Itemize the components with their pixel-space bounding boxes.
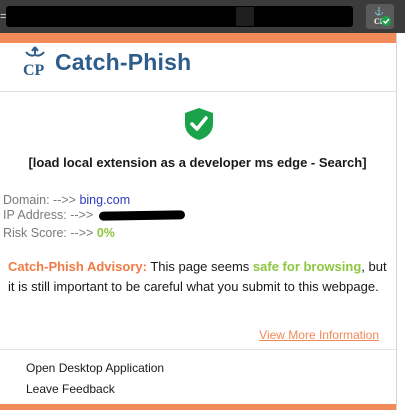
ip-label: IP Address: bbox=[3, 208, 67, 222]
open-desktop-app-item[interactable]: Open Desktop Application bbox=[26, 361, 164, 375]
address-bar-icon[interactable] bbox=[236, 7, 254, 26]
view-more-link[interactable]: View More Information bbox=[259, 328, 379, 342]
app-title: Catch-Phish bbox=[55, 48, 192, 75]
shield-check-icon bbox=[185, 108, 213, 140]
svg-text:CP: CP bbox=[23, 62, 45, 78]
domain-label: Domain: bbox=[3, 193, 50, 207]
bottom-accent-bar bbox=[0, 404, 396, 410]
header-logo: CP Catch-Phish bbox=[22, 45, 191, 79]
advisory-text: Catch-Phish Advisory: This page seems sa… bbox=[8, 257, 393, 297]
svg-text:⚓: ⚓ bbox=[374, 6, 384, 16]
browser-toolbar: = ⚓ CP bbox=[0, 0, 405, 33]
menu-divider bbox=[0, 349, 396, 350]
domain-row: Domain: -->> bing.com bbox=[3, 193, 130, 207]
domain-value: bing.com bbox=[79, 193, 131, 207]
arrow: -->> bbox=[53, 193, 76, 207]
catch-phish-logo: CP bbox=[23, 46, 45, 78]
risk-label: Risk Score: bbox=[3, 226, 67, 240]
risk-score-value: 0% bbox=[96, 226, 115, 240]
arrow: -->> bbox=[70, 226, 94, 240]
arrow: -->> bbox=[70, 208, 94, 222]
advisory-label: Catch-Phish Advisory: bbox=[8, 259, 147, 274]
leave-feedback-item[interactable]: Leave Feedback bbox=[26, 382, 115, 396]
extension-popup: CP Catch-Phish [load local extension as … bbox=[0, 33, 397, 410]
advisory-text-before: This page seems bbox=[146, 259, 253, 274]
ip-row: IP Address: -->> bbox=[3, 208, 185, 222]
safe-status: safe for browsing bbox=[252, 259, 362, 274]
page-title: [load local extension as a developer ms … bbox=[28, 155, 367, 170]
risk-row: Risk Score: -->> 0% bbox=[3, 226, 115, 240]
address-bar[interactable] bbox=[6, 6, 353, 27]
header-divider bbox=[0, 91, 396, 92]
extension-icon[interactable]: ⚓ CP bbox=[366, 4, 394, 29]
top-accent-bar bbox=[0, 33, 396, 43]
ip-redaction bbox=[98, 210, 185, 221]
